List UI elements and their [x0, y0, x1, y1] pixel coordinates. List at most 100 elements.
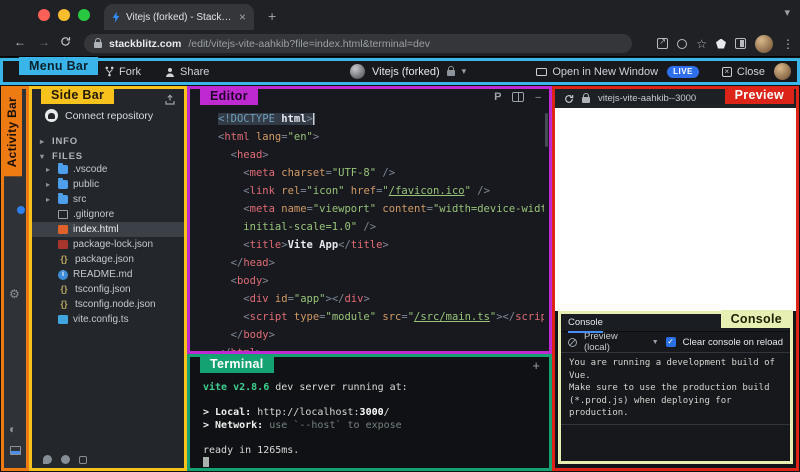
more-icon[interactable]: ‒ [535, 92, 541, 103]
code-token: title [249, 239, 282, 251]
tree-file-package.json[interactable]: {} package.json [32, 252, 184, 267]
prettier-icon[interactable]: P [494, 91, 501, 103]
browser-tab[interactable]: Vitejs (forked) - StackBlitz × [104, 4, 254, 30]
tree-folder-.vscode[interactable]: ▸ .vscode [32, 162, 184, 177]
fork-button[interactable]: Fork [105, 66, 141, 78]
code-line[interactable]: <html lang="en"> [218, 128, 544, 146]
editor-scrollbar[interactable] [545, 113, 548, 147]
forward-icon[interactable]: → [38, 35, 50, 49]
extension-pin-icon[interactable] [716, 38, 726, 49]
share-export-icon[interactable] [657, 37, 669, 49]
user-avatar[interactable] [774, 63, 791, 80]
share-button[interactable]: Share [165, 66, 209, 78]
code-line[interactable]: </head> [218, 254, 544, 272]
console-tab[interactable]: Console [568, 317, 603, 333]
code-token: "en" [287, 131, 313, 143]
files-section-header[interactable]: ▾ FILES [40, 151, 83, 162]
project-title-group[interactable]: Vitejs (forked) ▾ [350, 61, 466, 82]
console-context-dropdown[interactable]: Preview (local) [584, 331, 631, 353]
info-section-header[interactable]: ▸ INFO [40, 136, 78, 147]
side-panel-icon[interactable] [735, 38, 746, 49]
connect-repository-button[interactable]: Connect repository [45, 109, 153, 122]
code-line[interactable]: <title>Vite App</title> [218, 236, 544, 254]
code-token: > [256, 347, 262, 351]
close-preview-button[interactable]: × Close [721, 66, 765, 78]
code-line[interactable]: <body> [218, 272, 544, 290]
code-line[interactable]: <meta name="viewport" content="width=dev… [218, 200, 544, 218]
terminal-token: http://localhost: [257, 407, 360, 418]
code-line[interactable]: </body> [218, 326, 544, 344]
terminal-token: > Network: [203, 419, 270, 431]
fork-label: Fork [119, 65, 141, 78]
code-token: name [274, 203, 307, 215]
tree-item-label: package-lock.json [73, 239, 154, 250]
console-message-line: You are running a development build of V… [569, 358, 775, 381]
window-close-button[interactable] [38, 9, 50, 21]
browser-avatar[interactable] [755, 34, 773, 53]
code-token: "module" [325, 311, 377, 323]
tree-file-README.md[interactable]: i README.md [32, 267, 184, 282]
reload-icon[interactable] [60, 36, 71, 47]
github-link-icon[interactable] [61, 455, 70, 464]
upload-project-icon[interactable] [164, 94, 176, 106]
window-zoom-button[interactable] [78, 9, 90, 21]
code-line[interactable]: </html> [218, 344, 544, 351]
tab-close-icon[interactable]: × [239, 11, 246, 23]
clear-console-icon[interactable] [568, 337, 577, 347]
code-line[interactable]: <link rel="icon" href="/favicon.ico" /> [218, 182, 544, 200]
console-message[interactable]: You are running a development build of V… [561, 352, 790, 425]
terminal-line: > Network: use `--host` to expose [203, 420, 545, 433]
new-terminal-icon[interactable]: + [532, 358, 540, 373]
code-token: /favicon.ico [388, 185, 465, 197]
code-area[interactable]: <!DOCTYPE html> <html lang="en"> <head> <… [218, 110, 544, 351]
tree-file-.gitignore[interactable]: .gitignore [32, 207, 184, 222]
app-link-icon[interactable] [79, 455, 87, 464]
theme-toggle-icon[interactable]: ◐ [9, 422, 16, 436]
tree-file-tsconfig.node.json[interactable]: {} tsconfig.node.json [32, 297, 184, 312]
preview-reload-icon[interactable] [564, 94, 574, 104]
dropdown-arrow-icon[interactable]: ▼ [652, 339, 659, 346]
preview-url[interactable]: vitejs-vite-aahkib--3000 [598, 93, 696, 104]
terminal-cursor[interactable] [203, 457, 209, 467]
split-editor-icon[interactable] [512, 92, 525, 102]
tree-folder-src[interactable]: ▸ src [32, 192, 184, 207]
tree-file-package-lock.json[interactable]: package-lock.json [32, 237, 184, 252]
code-line[interactable]: <head> [218, 146, 544, 164]
back-icon[interactable]: ← [14, 35, 26, 49]
url-path: /edit/vitejs-vite-aahkib?file=index.html… [188, 37, 430, 50]
tree-file-vite.config.ts[interactable]: vite.config.ts [32, 312, 184, 327]
preview-viewport[interactable] [555, 108, 796, 311]
clear-on-reload-checkbox[interactable]: ✓ [665, 337, 676, 347]
code-token: head [236, 149, 263, 161]
code-token: > [262, 275, 269, 287]
settings-gear-icon[interactable]: ⚙ [9, 287, 20, 301]
code-token: initial-scale=1.0" [243, 221, 358, 233]
annotation-editor-label: Editor [200, 87, 258, 105]
code-line[interactable]: <meta charset="UTF-8" /> [218, 164, 544, 182]
window-minimize-button[interactable] [58, 9, 70, 21]
code-line[interactable]: initial-scale=1.0" /> [218, 218, 544, 236]
code-token: > [262, 149, 269, 161]
profile-icon[interactable] [677, 38, 688, 49]
browser-toolbar-icons: ☆ ⋮ [657, 30, 794, 57]
url-field[interactable]: stackblitz.com /edit/vitejs-vite-aahkib?… [84, 34, 632, 53]
tree-file-tsconfig.json[interactable]: {} tsconfig.json [32, 282, 184, 297]
terminal-output[interactable]: vite v2.8.6 dev server running at: > Loc… [203, 382, 545, 470]
twitter-icon[interactable] [43, 455, 52, 464]
new-tab-button[interactable]: + [268, 8, 276, 24]
bookmark-star-icon[interactable]: ☆ [696, 38, 707, 50]
code-line[interactable]: <div id="app"></div> [218, 290, 544, 308]
stackblitz-menu-bar: Menu Bar Fork Share Vitejs (forked) ▾ Op… [0, 57, 800, 85]
tree-folder-public[interactable]: ▸ public [32, 177, 184, 192]
open-new-window-button[interactable]: Open in New Window [536, 66, 658, 78]
tree-file-index.html[interactable]: index.html [32, 222, 184, 237]
tree-item-label: package.json [75, 254, 134, 265]
terminal-token: > Local: [203, 407, 258, 418]
bottom-panel-icon[interactable] [10, 446, 21, 455]
tab-title: Vitejs (forked) - StackBlitz [126, 11, 233, 23]
kebab-menu-icon[interactable]: ⋮ [782, 37, 794, 51]
code-line[interactable]: <!DOCTYPE html> [218, 110, 544, 128]
tab-search-chevron-icon[interactable]: ▾ [784, 6, 790, 19]
annotation-preview-label: Preview [724, 86, 794, 104]
code-line[interactable]: <script type="module" src="/src/main.ts"… [218, 308, 544, 326]
